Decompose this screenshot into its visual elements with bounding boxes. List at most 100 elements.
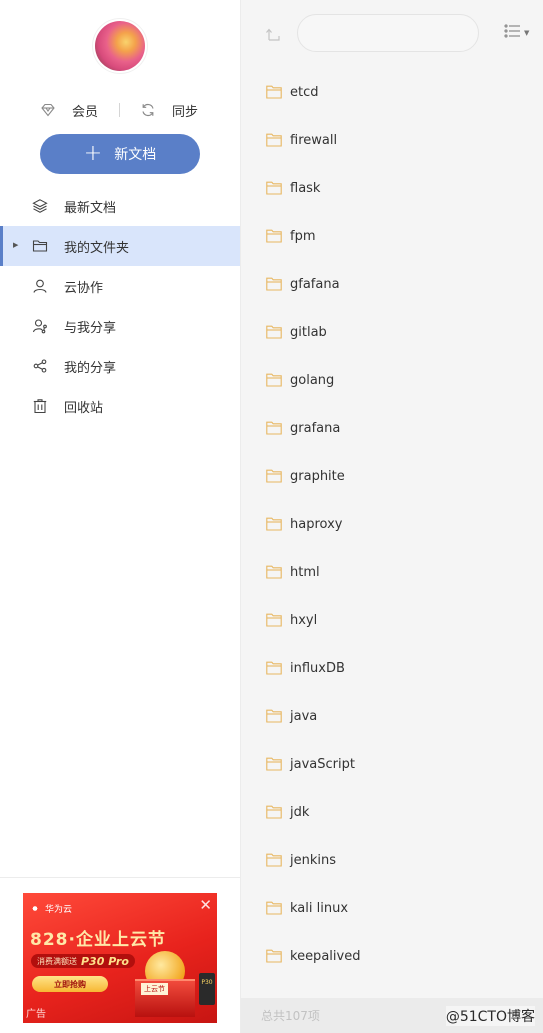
advertisement[interactable]: 华为云 ✕ 828·企业上云节 消费满额送 P30 Pro 立即抢购 上云节 P… bbox=[23, 893, 217, 1023]
folder-icon bbox=[266, 181, 282, 195]
folder-name: haproxy bbox=[290, 516, 343, 532]
sidebar-item-my-shares[interactable]: 我的分享 bbox=[0, 346, 240, 386]
ad-brand-label: 华为云 bbox=[45, 905, 73, 915]
new-document-label: 新文档 bbox=[114, 147, 157, 163]
sidebar-item-my-folders[interactable]: ▶ 我的文件夹 bbox=[0, 226, 240, 266]
ad-promo-text: 消费满额送 bbox=[37, 956, 77, 966]
ad-promo: 消费满额送 P30 Pro bbox=[31, 954, 135, 968]
folder-icon bbox=[266, 277, 282, 291]
ad-festival-tag: 上云节 bbox=[141, 983, 168, 995]
folder-name: flask bbox=[290, 180, 321, 196]
folder-icon bbox=[266, 565, 282, 579]
folder-item[interactable]: jdk bbox=[241, 788, 543, 836]
vip-button[interactable]: 会员 bbox=[40, 98, 98, 122]
folder-icon bbox=[266, 373, 282, 387]
watermark: @51CTO博客 bbox=[445, 1005, 535, 1026]
folder-item[interactable]: influxDB bbox=[241, 644, 543, 692]
folder-name: java bbox=[290, 708, 318, 724]
sidebar-item-cloud-collab[interactable]: 云协作 bbox=[0, 266, 240, 306]
folder-item[interactable]: java bbox=[241, 692, 543, 740]
folder-icon bbox=[266, 469, 282, 483]
folder-item[interactable]: fpm bbox=[241, 212, 543, 260]
ad-headline: 828·企业上云节 bbox=[30, 930, 166, 950]
list-view-icon bbox=[504, 24, 522, 42]
divider bbox=[0, 877, 240, 878]
folder-list: etcd firewall flask fpm gfafana gitlab golang g… bbox=[241, 68, 543, 996]
folder-item[interactable]: keepalived bbox=[241, 932, 543, 980]
folder-item[interactable] bbox=[241, 980, 543, 996]
sidebar-item-label: 我的分享 bbox=[64, 360, 117, 376]
folder-icon bbox=[266, 325, 282, 339]
sync-button[interactable]: 同步 bbox=[140, 98, 198, 122]
folder-icon bbox=[266, 613, 282, 627]
folder-name: jdk bbox=[290, 804, 310, 820]
folder-icon bbox=[266, 229, 282, 243]
new-document-button[interactable]: + 新文档 bbox=[40, 134, 200, 174]
folder-name: keepalived bbox=[290, 948, 361, 964]
folder-item[interactable]: hxyl bbox=[241, 596, 543, 644]
member-row: 会员 同步 bbox=[0, 98, 240, 122]
item-count: 总共107项 bbox=[261, 1009, 320, 1023]
trash-icon bbox=[32, 398, 48, 414]
avatar[interactable] bbox=[95, 21, 145, 71]
sidebar-item-label: 最新文档 bbox=[64, 200, 117, 216]
sidebar-item-label: 云协作 bbox=[64, 280, 104, 296]
sidebar-item-shared-with-me[interactable]: 与我分享 bbox=[0, 306, 240, 346]
folder-name: fpm bbox=[290, 228, 316, 244]
sidebar-item-recent[interactable]: 最新文档 bbox=[0, 186, 240, 226]
ad-cta-button[interactable]: 立即抢购 bbox=[32, 976, 108, 992]
sync-icon bbox=[140, 102, 156, 118]
ad-phone-graphic: P30 bbox=[199, 973, 215, 1005]
folder-icon bbox=[266, 661, 282, 675]
folder-item[interactable]: haproxy bbox=[241, 500, 543, 548]
folder-item[interactable]: firewall bbox=[241, 116, 543, 164]
folder-item[interactable]: golang bbox=[241, 356, 543, 404]
user-icon bbox=[32, 278, 48, 294]
sidebar: 会员 同步 + 新文档 最新文档 ▶ 我的文件夹 云协作 与我分享 我的分享 回… bbox=[0, 0, 241, 1033]
close-icon[interactable]: ✕ bbox=[199, 896, 212, 914]
folder-icon bbox=[266, 805, 282, 819]
ad-promo-product: P30 Pro bbox=[81, 954, 129, 968]
folder-item[interactable]: kali linux bbox=[241, 884, 543, 932]
folder-name: graphite bbox=[290, 468, 345, 484]
sidebar-nav: 最新文档 ▶ 我的文件夹 云协作 与我分享 我的分享 回收站 bbox=[0, 186, 240, 426]
folder-icon bbox=[266, 517, 282, 531]
folder-item[interactable]: javaScript bbox=[241, 740, 543, 788]
folder-item[interactable]: grafana bbox=[241, 404, 543, 452]
folder-item[interactable]: etcd bbox=[241, 68, 543, 116]
chevron-down-icon: ▼ bbox=[524, 29, 530, 37]
status-bar: 总共107项 @51CTO博客 bbox=[241, 998, 543, 1033]
toolbar: ▼ bbox=[241, 0, 543, 68]
folder-icon bbox=[266, 949, 282, 963]
sidebar-item-recycle-bin[interactable]: 回收站 bbox=[0, 386, 240, 426]
plus-icon: + bbox=[83, 141, 103, 166]
vip-label: 会员 bbox=[72, 104, 99, 120]
search-input[interactable] bbox=[297, 14, 479, 52]
share-icon bbox=[32, 358, 48, 374]
folder-icon bbox=[266, 709, 282, 723]
folder-icon bbox=[266, 901, 282, 915]
sidebar-item-label: 回收站 bbox=[64, 400, 104, 416]
folder-name: javaScript bbox=[290, 756, 355, 772]
folder-open-icon bbox=[32, 238, 48, 254]
sidebar-item-label: 与我分享 bbox=[64, 320, 117, 336]
folder-item[interactable]: graphite bbox=[241, 452, 543, 500]
folder-icon bbox=[266, 421, 282, 435]
folder-name: kali linux bbox=[290, 900, 349, 916]
folder-item[interactable]: gitlab bbox=[241, 308, 543, 356]
shared-with-me-icon bbox=[32, 318, 48, 334]
sidebar-item-label: 我的文件夹 bbox=[64, 240, 130, 256]
folder-item[interactable]: gfafana bbox=[241, 260, 543, 308]
folder-name: firewall bbox=[290, 132, 338, 148]
folder-item[interactable]: html bbox=[241, 548, 543, 596]
folder-item[interactable]: jenkins bbox=[241, 836, 543, 884]
view-mode-button[interactable]: ▼ bbox=[504, 24, 530, 42]
sync-label: 同步 bbox=[172, 104, 199, 120]
up-level-icon[interactable] bbox=[265, 26, 281, 42]
folder-icon bbox=[266, 85, 282, 99]
folder-name: grafana bbox=[290, 420, 341, 436]
caret-right-icon[interactable]: ▶ bbox=[13, 241, 18, 249]
folder-name: jenkins bbox=[290, 852, 337, 868]
layers-icon bbox=[32, 198, 48, 214]
folder-item[interactable]: flask bbox=[241, 164, 543, 212]
